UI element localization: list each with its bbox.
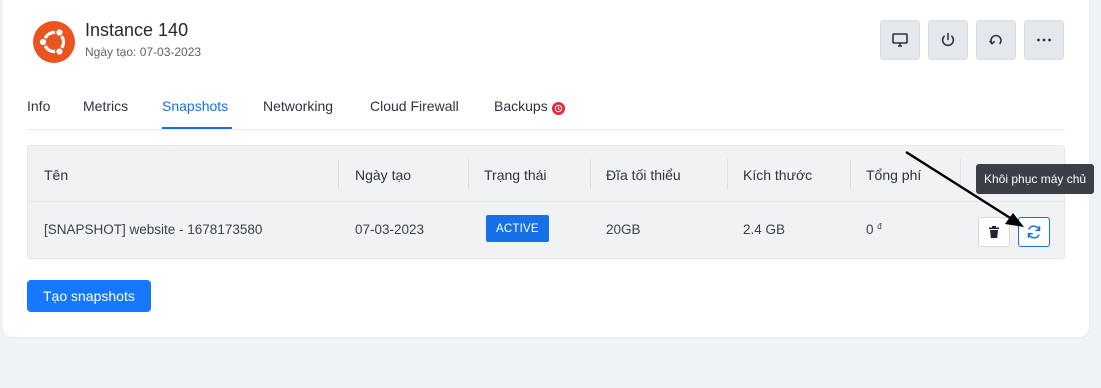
tab-info[interactable]: Info — [27, 98, 50, 114]
instance-actions — [880, 20, 1064, 60]
restore-tooltip: Khôi phục máy chủ — [976, 164, 1095, 194]
column-divider — [960, 159, 961, 189]
restart-icon — [989, 34, 1002, 45]
tab-bar: Info Metrics Snapshots Networking Cloud … — [27, 86, 1065, 130]
status-badge: ACTIVE — [486, 215, 549, 242]
tab-metrics[interactable]: Metrics — [83, 98, 128, 114]
more-options-button[interactable] — [1024, 20, 1064, 60]
tab-backups-label: Backups — [494, 98, 548, 114]
create-snapshot-button[interactable]: Tạo snapshots — [27, 280, 151, 312]
header-created: Ngày tạo — [355, 167, 412, 183]
currency-symbol: đ — [877, 222, 882, 231]
instance-card: Instance 140 Ngày tạo: 07-03-2023 Info M… — [3, 0, 1095, 337]
header-status: Trạng thái — [484, 167, 547, 183]
tab-backups[interactable]: Backups — [494, 98, 565, 115]
table-header: Tên Ngày tạo Trạng thái Đĩa tối thiểu Kí… — [28, 146, 1064, 202]
restart-button[interactable] — [976, 20, 1016, 60]
active-tab-indicator — [162, 127, 232, 129]
column-divider — [338, 159, 339, 189]
trash-icon — [989, 226, 999, 238]
snapshot-name: [SNAPSHOT] website - 1678173580 — [44, 222, 263, 237]
ubuntu-logo-icon — [32, 20, 76, 64]
delete-snapshot-button[interactable] — [978, 217, 1010, 247]
power-button[interactable] — [928, 20, 968, 60]
snapshot-created: 07-03-2023 — [355, 222, 425, 237]
column-divider — [590, 159, 591, 189]
tab-networking[interactable]: Networking — [263, 98, 333, 114]
monitor-icon — [892, 33, 908, 47]
restore-server-button[interactable] — [1018, 217, 1050, 247]
column-divider — [468, 159, 469, 189]
console-button[interactable] — [880, 20, 920, 60]
more-icon — [1037, 38, 1051, 42]
snapshot-total-fee: 0 đ — [866, 222, 882, 237]
snapshots-table: Tên Ngày tạo Trạng thái Đĩa tối thiểu Kí… — [27, 145, 1065, 259]
table-row: [SNAPSHOT] website - 1678173580 07-03-20… — [28, 202, 1064, 258]
snapshot-size: 2.4 GB — [743, 222, 786, 237]
tab-cloud-firewall[interactable]: Cloud Firewall — [370, 98, 459, 114]
column-divider — [850, 159, 851, 189]
header-min-disk: Đĩa tối thiểu — [606, 167, 681, 183]
header-size: Kích thước — [743, 167, 813, 183]
snapshot-min-disk: 20GB — [606, 222, 641, 237]
instance-name: Instance 140 — [85, 20, 189, 40]
power-icon — [941, 32, 955, 47]
header-name: Tên — [44, 167, 69, 183]
column-divider — [727, 159, 728, 189]
instance-created-date: Ngày tạo: 07-03-2023 — [85, 45, 202, 59]
tab-snapshots[interactable]: Snapshots — [162, 98, 228, 114]
header-total-fee: Tổng phí — [866, 167, 922, 183]
refresh-icon — [1027, 225, 1041, 239]
alarm-icon — [551, 102, 565, 115]
fee-value: 0 — [866, 222, 874, 237]
